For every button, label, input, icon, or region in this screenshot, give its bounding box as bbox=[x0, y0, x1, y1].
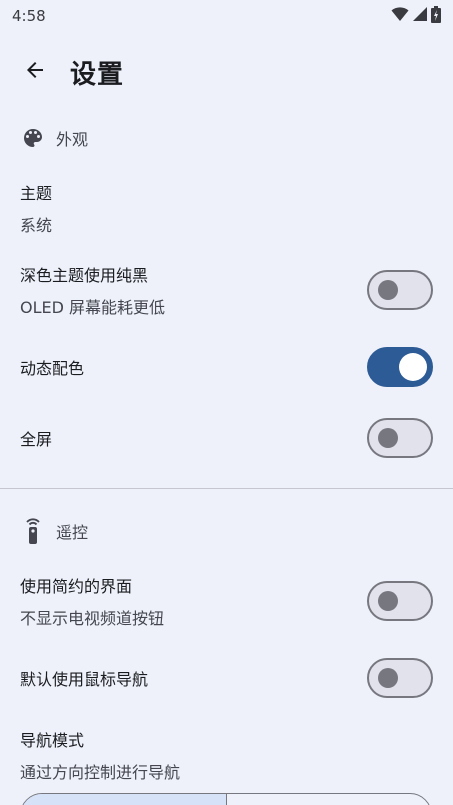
pure-black-switch[interactable] bbox=[367, 270, 433, 310]
setting-title: 默认使用鼠标导航 bbox=[20, 670, 149, 689]
setting-dynamic-color[interactable]: 动态配色 bbox=[0, 346, 453, 388]
setting-fullscreen[interactable]: 全屏 bbox=[0, 417, 453, 459]
nav-mode-segmented-button bbox=[20, 793, 432, 805]
back-button[interactable] bbox=[12, 49, 58, 95]
setting-mouse-nav[interactable]: 默认使用鼠标导航 bbox=[0, 657, 453, 699]
setting-theme[interactable]: 主题 系统 bbox=[0, 178, 453, 238]
wifi-icon bbox=[391, 6, 409, 26]
page-title: 设置 bbox=[70, 59, 125, 90]
top-app-bar: 设置 bbox=[0, 42, 453, 102]
palette-icon bbox=[20, 125, 46, 151]
signal-icon bbox=[412, 6, 428, 26]
setting-title: 动态配色 bbox=[20, 359, 85, 378]
setting-title: 深色主题使用纯黑 bbox=[20, 266, 149, 285]
switch-knob bbox=[399, 353, 427, 381]
setting-title: 使用简约的界面 bbox=[20, 577, 133, 596]
nav-mode-option-directional[interactable] bbox=[21, 794, 227, 805]
nav-mode-option-mouse[interactable] bbox=[227, 794, 432, 805]
dynamic-color-switch[interactable] bbox=[367, 347, 433, 387]
setting-title: 导航模式 bbox=[20, 731, 85, 750]
setting-subtitle: 不显示电视频道按钮 bbox=[20, 609, 165, 628]
simple-ui-switch[interactable] bbox=[367, 581, 433, 621]
battery-icon bbox=[431, 5, 441, 27]
switch-knob bbox=[378, 280, 398, 300]
section-label: 外观 bbox=[56, 130, 89, 149]
arrow-left-icon bbox=[23, 58, 47, 86]
setting-value: 系统 bbox=[20, 216, 53, 235]
section-header-remote: 遥控 bbox=[0, 516, 453, 546]
setting-subtitle: 通过方向控制进行导航 bbox=[20, 763, 181, 782]
setting-pure-black[interactable]: 深色主题使用纯黑 OLED 屏幕能耗更低 bbox=[0, 260, 453, 320]
status-time: 4:58 bbox=[12, 7, 46, 25]
setting-title: 主题 bbox=[20, 184, 53, 203]
section-divider bbox=[0, 488, 453, 489]
switch-knob bbox=[378, 428, 398, 448]
status-bar: 4:58 bbox=[0, 0, 453, 32]
switch-knob bbox=[378, 668, 398, 688]
status-icons bbox=[391, 5, 441, 27]
setting-subtitle: OLED 屏幕能耗更低 bbox=[20, 298, 166, 317]
section-header-appearance: 外观 bbox=[0, 123, 453, 153]
setting-nav-mode: 导航模式 通过方向控制进行导航 bbox=[0, 728, 453, 782]
section-label: 遥控 bbox=[56, 523, 89, 542]
setting-title: 全屏 bbox=[20, 430, 53, 449]
fullscreen-switch[interactable] bbox=[367, 418, 433, 458]
switch-knob bbox=[378, 591, 398, 611]
remote-icon bbox=[20, 518, 46, 544]
mouse-nav-switch[interactable] bbox=[367, 658, 433, 698]
setting-simple-ui[interactable]: 使用简约的界面 不显示电视频道按钮 bbox=[0, 571, 453, 631]
